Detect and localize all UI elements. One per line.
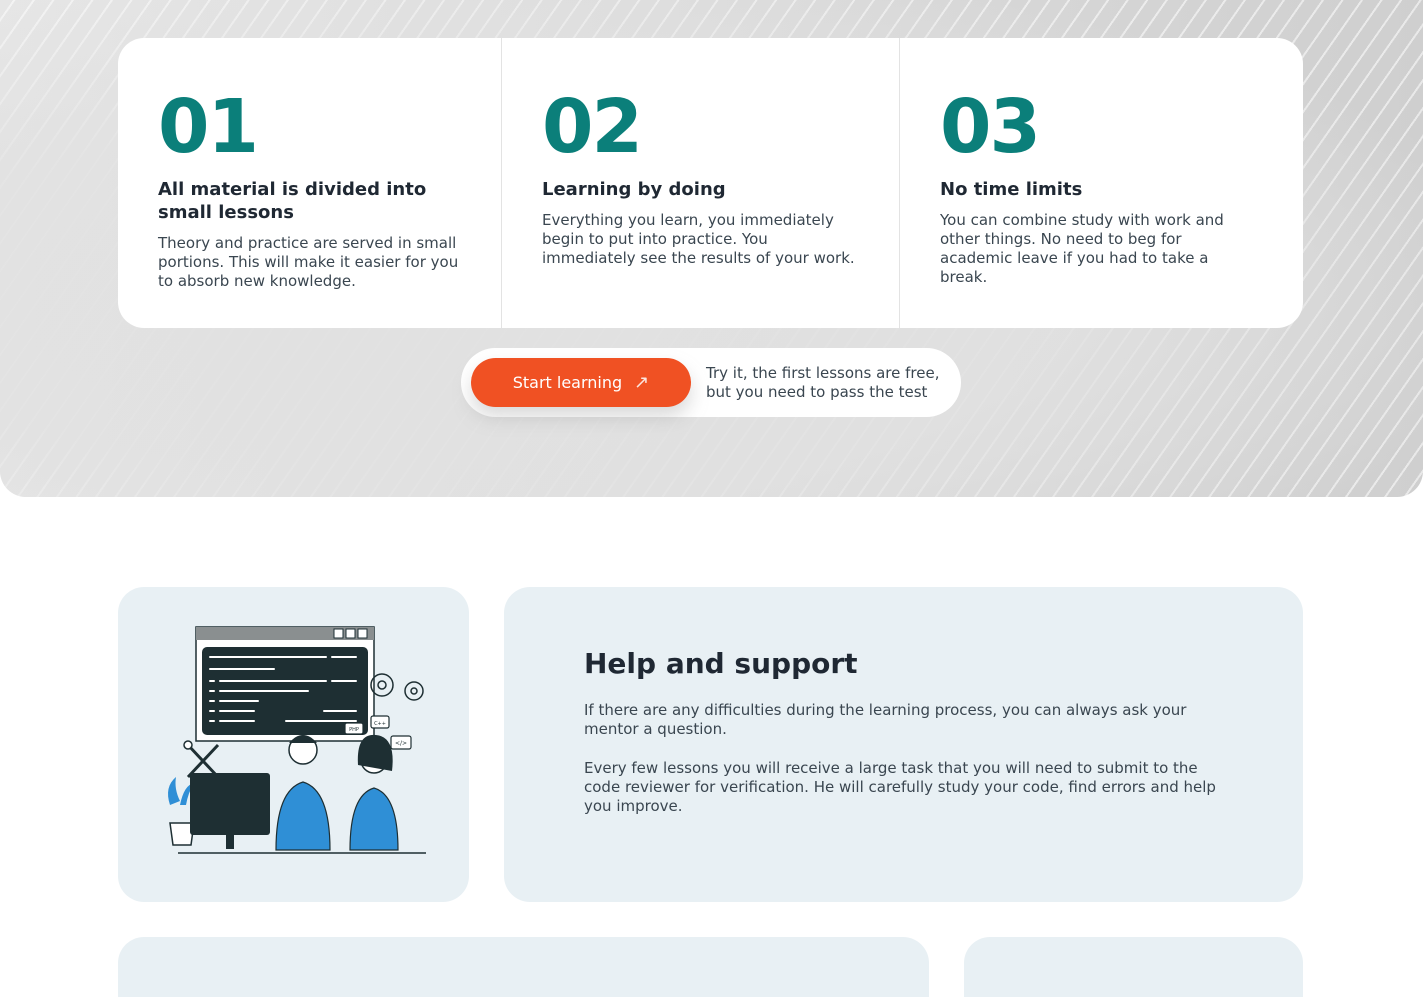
- next-card-left: [118, 937, 929, 997]
- step-number: 03: [940, 84, 1041, 170]
- help-support-card: Help and support If there are any diffic…: [504, 587, 1303, 902]
- step-1: 01 All material is divided into small le…: [118, 38, 501, 328]
- support-title: Help and support: [584, 647, 858, 680]
- step-text: You can combine study with work and othe…: [940, 211, 1224, 286]
- step-3: 03 No time limits You can combine study …: [899, 38, 1303, 328]
- step-title: All material is divided into small lesso…: [158, 179, 427, 223]
- bubble-label: PHP: [349, 727, 359, 733]
- step-text: Everything you learn, you immediately be…: [542, 211, 855, 267]
- step-title: No time limits: [940, 179, 1083, 200]
- step-number: 02: [542, 84, 643, 170]
- support-paragraph: Every few lessons you will receive a lar…: [584, 759, 1216, 815]
- developers-at-computer-illustration: C++ </> PHP: [168, 626, 426, 854]
- arrow-up-right-icon: ↗: [634, 372, 650, 393]
- hero-section: 01 All material is divided into small le…: [0, 0, 1423, 497]
- support-illustration-card: C++ </> PHP: [118, 587, 469, 902]
- start-learning-button[interactable]: Start learning ↗: [471, 358, 691, 407]
- next-card-right: [964, 937, 1303, 997]
- bubble-label: </>: [395, 740, 407, 747]
- step-2: 02 Learning by doing Everything you lear…: [501, 38, 899, 328]
- cta-note: Try it, the first lessons are free, but …: [706, 364, 940, 401]
- step-number: 01: [158, 84, 259, 170]
- bubble-label: C++: [374, 721, 386, 727]
- support-paragraph: If there are any difficulties during the…: [584, 701, 1187, 738]
- start-learning-label: Start learning: [512, 373, 623, 392]
- step-title: Learning by doing: [542, 179, 726, 200]
- steps-card: 01 All material is divided into small le…: [118, 38, 1303, 328]
- cta-container: Start learning ↗ Try it, the first lesso…: [461, 348, 961, 417]
- step-text: Theory and practice are served in small …: [158, 234, 459, 290]
